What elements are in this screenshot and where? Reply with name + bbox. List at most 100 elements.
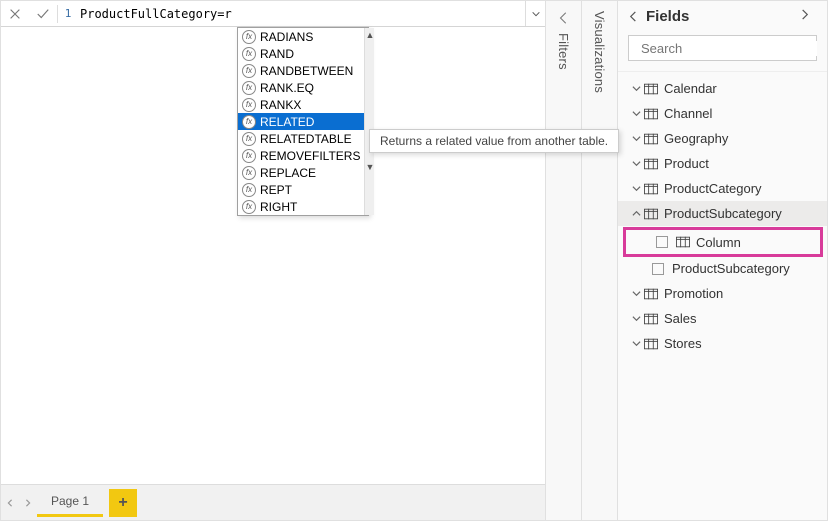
function-icon: fx [242, 30, 256, 44]
intellisense-item[interactable]: fx RIGHT [238, 198, 364, 215]
function-icon: fx [242, 200, 256, 214]
table-icon [644, 83, 658, 95]
function-icon: fx [242, 64, 256, 78]
expand-toggle[interactable] [628, 314, 644, 323]
intellisense-item-label: RAND [260, 47, 294, 61]
field-table-label: Stores [664, 336, 702, 351]
add-page-button[interactable]: + [109, 489, 137, 517]
field-checkbox[interactable] [656, 236, 668, 248]
chevron-down-icon [632, 184, 641, 193]
field-table-label: Sales [664, 311, 697, 326]
field-table-row[interactable]: Promotion [618, 281, 827, 306]
chevron-down-icon [632, 159, 641, 168]
chevron-down-icon [632, 339, 641, 348]
formula-expand-button[interactable] [525, 1, 545, 26]
fields-list: Calendar Channel Geography Product ProductCa… [618, 72, 827, 520]
expand-toggle[interactable] [628, 134, 644, 143]
field-table-label: ProductSubcategory [664, 206, 782, 221]
fields-expand-right-button[interactable] [799, 7, 817, 25]
formula-line-number: 1 [58, 7, 78, 20]
intellisense-item[interactable]: fxREMOVEFILTERS [238, 147, 364, 164]
intellisense-item-label: RIGHT [260, 200, 297, 214]
field-table-row[interactable]: Geography [618, 126, 827, 151]
tab-nav-next[interactable] [19, 485, 37, 521]
field-table-label: Product [664, 156, 709, 171]
function-icon: fx [242, 149, 256, 163]
intellisense-item-label: RADIANS [260, 30, 313, 44]
intellisense-item[interactable]: fx RAND [238, 45, 364, 62]
chevron-left-icon [628, 11, 639, 22]
chevron-down-icon [531, 9, 541, 19]
function-icon: fx [242, 47, 256, 61]
expand-toggle[interactable] [628, 289, 644, 298]
table-icon [644, 183, 658, 195]
expand-toggle[interactable] [628, 339, 644, 348]
page-tab[interactable]: Page 1 [37, 489, 103, 517]
function-icon: fx [242, 166, 256, 180]
chevron-left-icon [6, 499, 14, 507]
field-table-label: Channel [664, 106, 712, 121]
field-table-row[interactable]: ProductCategory [618, 176, 827, 201]
table-icon [644, 313, 658, 325]
expand-left-icon [557, 11, 571, 25]
intellisense-popup: fxRADIANSfxRANDfxRANDBETWEENfxRANK.EQfxR… [237, 27, 369, 216]
chevron-right-icon [24, 499, 32, 507]
tab-nav-prev[interactable] [1, 485, 19, 521]
expand-toggle[interactable] [628, 109, 644, 118]
table-icon [644, 133, 658, 145]
field-table-row[interactable]: Stores [618, 331, 827, 356]
filters-panel-collapsed[interactable]: Filters [545, 1, 581, 520]
fields-search-input[interactable] [641, 41, 817, 56]
formula-cancel-button[interactable] [1, 1, 29, 26]
formula-input[interactable] [78, 1, 525, 26]
expand-toggle[interactable] [628, 209, 644, 218]
chevron-down-icon [632, 109, 641, 118]
fields-panel-header: Fields [618, 1, 827, 31]
intellisense-scrollbar[interactable]: ▲ ▼ [364, 28, 374, 215]
chevron-right-icon [799, 9, 810, 20]
intellisense-item[interactable]: fx RANDBETWEEN [238, 62, 364, 79]
fields-collapse-button[interactable] [628, 11, 646, 22]
field-table-label: Geography [664, 131, 728, 146]
intellisense-item-label: RELATED [260, 115, 314, 129]
table-icon [644, 208, 658, 220]
scroll-down-icon[interactable]: ▼ [365, 160, 374, 174]
expand-toggle[interactable] [628, 184, 644, 193]
highlighted-field: Column [623, 227, 823, 257]
filters-panel-label: Filters [556, 33, 571, 70]
table-icon [644, 108, 658, 120]
intellisense-item[interactable]: fxRELATEDTABLE [238, 130, 364, 147]
expand-toggle[interactable] [628, 84, 644, 93]
formula-commit-button[interactable] [29, 1, 57, 26]
table-icon [676, 236, 690, 248]
visualizations-panel-label: Visualizations [592, 11, 607, 93]
field-table-row[interactable]: Channel [618, 101, 827, 126]
field-column-row[interactable]: Column [626, 230, 820, 254]
function-icon: fx [242, 183, 256, 197]
field-table-row[interactable]: Sales [618, 306, 827, 331]
function-icon: fx [242, 132, 256, 146]
intellisense-item-label: RANDBETWEEN [260, 64, 353, 78]
function-icon: fx [242, 81, 256, 95]
visualizations-panel-collapsed[interactable]: Visualizations [581, 1, 617, 520]
field-checkbox[interactable] [652, 263, 664, 275]
intellisense-item[interactable]: fxRANKX [238, 96, 364, 113]
expand-toggle[interactable] [628, 159, 644, 168]
plus-icon: + [118, 494, 127, 512]
intellisense-item[interactable]: fxREPT [238, 181, 364, 198]
field-table-row[interactable]: ProductSubcategory [618, 201, 827, 226]
table-icon [644, 288, 658, 300]
intellisense-item[interactable]: fxRELATED [238, 113, 364, 130]
fields-search[interactable] [628, 35, 817, 61]
intellisense-item[interactable]: fxREPLACE [238, 164, 364, 181]
table-icon [644, 338, 658, 350]
chevron-up-icon [632, 209, 641, 218]
intellisense-item[interactable]: fxRANK.EQ [238, 79, 364, 96]
field-table-row[interactable]: Product [618, 151, 827, 176]
field-column-row[interactable]: ProductSubcategory [618, 256, 827, 281]
page-tab-label: Page 1 [51, 494, 89, 508]
field-table-row[interactable]: Calendar [618, 76, 827, 101]
intellisense-item[interactable]: fx RADIANS [238, 28, 364, 45]
scroll-up-icon[interactable]: ▲ [365, 28, 374, 42]
formula-bar: 1 [1, 1, 545, 27]
